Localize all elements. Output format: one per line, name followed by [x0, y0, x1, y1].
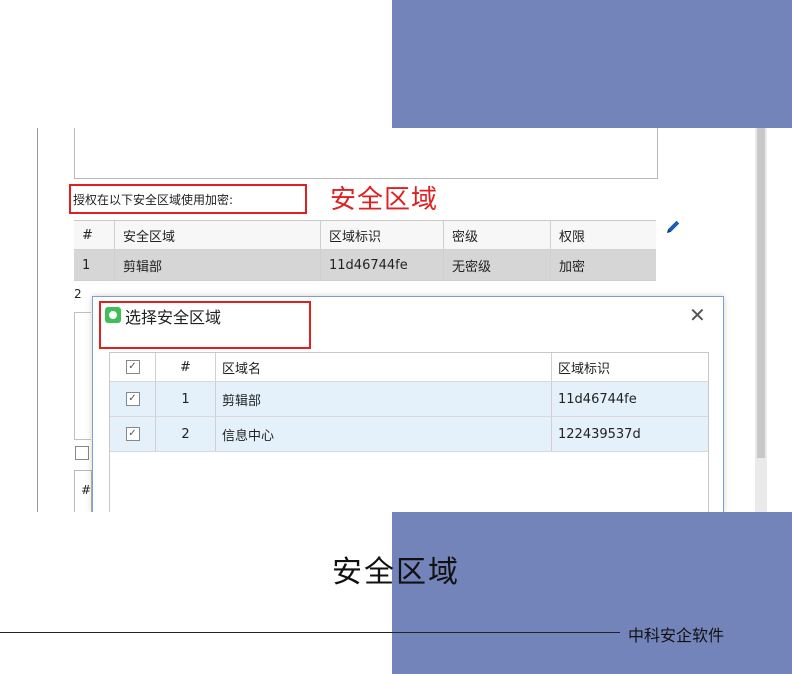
table-header: # 安全区域 区域标识 密级 权限 [74, 220, 656, 250]
col-header-zone-id[interactable]: 区域标识 [321, 221, 444, 249]
cell-index: 1 [156, 382, 216, 416]
table-row[interactable]: 1 剪辑部 11d46744fe 无密级 加密 [74, 250, 656, 281]
pencil-icon[interactable] [665, 219, 681, 235]
col-header-zone[interactable]: 安全区域 [115, 221, 321, 249]
row-checkbox[interactable]: ✓ [125, 427, 140, 441]
option-checkbox[interactable] [75, 446, 89, 460]
cell-level: 无密级 [444, 250, 551, 280]
row-2-index: 2 [74, 287, 82, 301]
cell-zone-name: 剪辑部 [216, 382, 552, 416]
cell-index: 2 [156, 417, 216, 451]
highlight-box-title [99, 301, 311, 349]
callout-text: 安全区域 [330, 185, 439, 215]
select-zone-dialog: 选择安全区域 ✕ ✓ # 区域名 区域标识 ✓ 1 剪辑部 11d46744fe [92, 296, 724, 512]
vertical-scrollbar[interactable] [755, 128, 767, 512]
col-header-permission[interactable]: 权限 [551, 221, 656, 249]
decorative-blue-block-top [392, 0, 792, 128]
scrollbar-thumb[interactable] [757, 128, 765, 458]
col-header-select[interactable]: ✓ [110, 353, 156, 381]
footer-brand: 中科安企软件 [628, 626, 725, 645]
col-header-index[interactable]: # [74, 221, 115, 249]
cell-zone: 剪辑部 [115, 250, 321, 280]
cell-zone-id: 122439537d [558, 426, 641, 442]
lower-table-hash: # [81, 483, 92, 497]
window-left-border [37, 128, 38, 512]
highlight-box-label [69, 184, 307, 214]
cell-zone-id: 11d46744fe [558, 391, 637, 407]
screenshot-region: 授权在以下安全区域使用加密: 安全区域 # 安全区域 区域标识 密级 权限 1 … [37, 128, 771, 512]
security-zone-table: # 安全区域 区域标识 密级 权限 1 剪辑部 11d46744fe 无密级 加… [74, 220, 656, 281]
col-header-level[interactable]: 密级 [444, 221, 551, 249]
slide-caption: 安全区域 [332, 555, 460, 590]
cell-zone-id: 11d46744fe [321, 250, 444, 280]
footer-divider [0, 632, 620, 633]
list-box-edge [74, 312, 91, 440]
table-header: ✓ # 区域名 区域标识 [110, 353, 708, 382]
decorative-blue-block-bottom [392, 512, 792, 674]
cell-select[interactable]: ✓ [110, 382, 156, 416]
row-checkbox[interactable]: ✓ [125, 392, 140, 406]
close-icon[interactable]: ✕ [689, 303, 706, 327]
cell-index: 1 [74, 250, 115, 280]
table-row[interactable]: ✓ 1 剪辑部 11d46744fe [110, 382, 708, 417]
col-header-zone-name[interactable]: 区域名 [216, 353, 552, 381]
table-row[interactable]: ✓ 2 信息中心 122439537d [110, 417, 708, 452]
col-header-index[interactable]: # [156, 353, 216, 381]
upper-text-area[interactable] [74, 128, 658, 179]
lower-table-edge: # [74, 470, 92, 512]
col-header-zone-id[interactable]: 区域标识 [552, 353, 708, 381]
zone-select-table: ✓ # 区域名 区域标识 ✓ 1 剪辑部 11d46744fe ✓ 2 信息中心 [109, 352, 709, 512]
cell-select[interactable]: ✓ [110, 417, 156, 451]
cell-permission: 加密 [559, 259, 586, 275]
cell-zone-name: 信息中心 [216, 417, 552, 451]
select-all-checkbox[interactable]: ✓ [125, 360, 140, 374]
